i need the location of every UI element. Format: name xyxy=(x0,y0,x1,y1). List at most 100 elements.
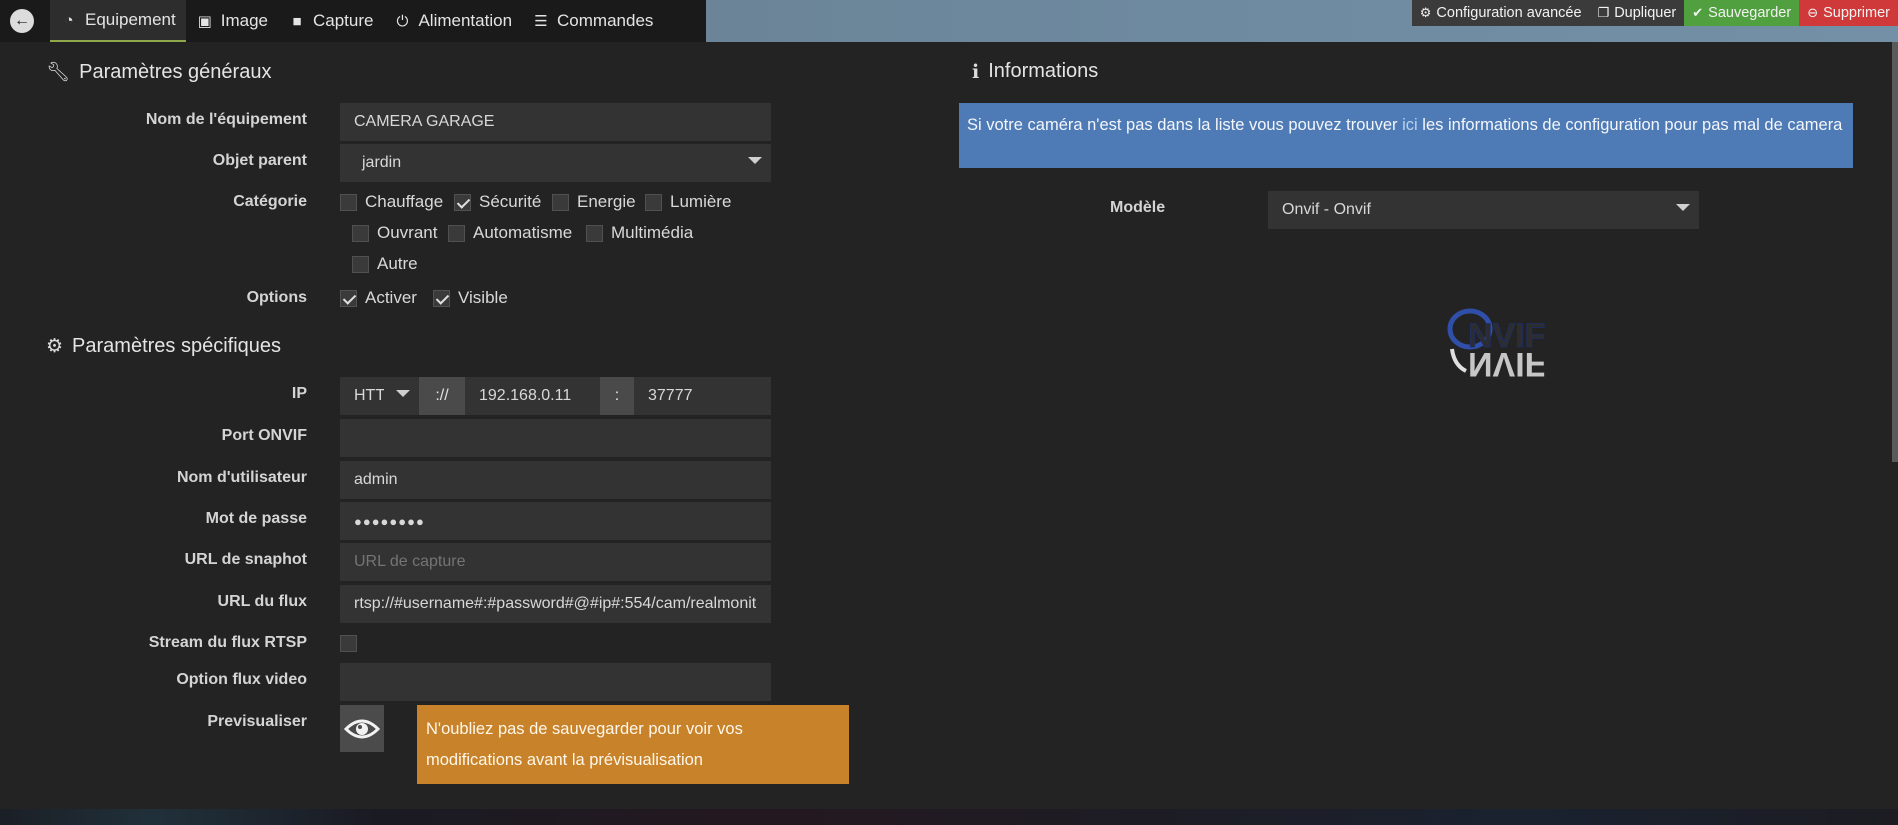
name-label: Nom de l'équipement xyxy=(145,111,307,128)
info-icon: i xyxy=(972,60,980,83)
password-label: Mot de passe xyxy=(205,510,307,527)
checkbox[interactable] xyxy=(552,193,569,211)
tab-capture[interactable]: ■ Capture xyxy=(278,0,383,42)
category-chauffage[interactable]: Chauffage xyxy=(340,192,443,212)
port-separator: : xyxy=(600,377,634,415)
gauge-icon: ◔ xyxy=(64,11,74,29)
svg-text:NVIF: NVIF xyxy=(1468,345,1545,383)
advanced-config-button[interactable]: ⚙ Configuration avancée xyxy=(1411,0,1590,26)
checkbox[interactable] xyxy=(645,193,662,211)
checkbox-label: Lumière xyxy=(670,192,732,211)
checkbox[interactable] xyxy=(352,255,369,273)
category-lumiere[interactable]: Lumière xyxy=(645,192,731,212)
model-select[interactable]: Onvif - Onvif xyxy=(1268,191,1699,229)
category-label: Catégorie xyxy=(233,193,307,210)
eye-icon xyxy=(344,719,380,738)
save-warning: N'oubliez pas de sauvegarder pour voir v… xyxy=(417,705,849,784)
checkbox[interactable] xyxy=(340,635,357,652)
model-label: Modèle xyxy=(1110,199,1166,216)
image-icon: ▣ xyxy=(197,13,212,30)
video-option-label: Option flux video xyxy=(176,671,307,688)
snapshot-url-input[interactable]: URL de capture xyxy=(340,543,771,581)
wrench-icon: 🔧︎ xyxy=(46,62,71,83)
checkbox[interactable] xyxy=(340,193,357,211)
checkbox-label: Activer xyxy=(365,288,417,307)
background-strip xyxy=(0,809,1898,825)
equipment-name-input[interactable]: CAMERA GARAGE xyxy=(340,103,771,141)
checkbox-label: Visible xyxy=(458,288,508,307)
onvif-logo-icon: NVIF NVIF xyxy=(1447,308,1546,383)
tab-list: ◔ Equipement ▣ Image ■ Capture ⏻ Aliment… xyxy=(50,0,663,42)
snapshot-label: URL de snaphot xyxy=(184,551,307,568)
stream-url-value: rtsp://#username#:#password#@#ip#:554/ca… xyxy=(354,595,757,612)
info-section-title: i Informations xyxy=(972,60,1098,83)
tab-label: Alimentation xyxy=(418,11,513,30)
top-bar: ← ◔ Equipement ▣ Image ■ Capture ⏻ Alime… xyxy=(0,0,1898,42)
chevron-down-icon xyxy=(396,390,410,397)
gears-icon: ⚙ xyxy=(1419,5,1432,20)
save-button[interactable]: ✔ Sauvegarder xyxy=(1684,0,1800,26)
preview-button[interactable] xyxy=(340,705,384,752)
gears-icon: ⚙ xyxy=(46,336,64,357)
category-securite[interactable]: Sécurité xyxy=(454,192,541,212)
info-text-before: Si votre caméra n'est pas dans la liste … xyxy=(967,116,1403,134)
tab-label: Capture xyxy=(312,11,374,30)
tab-commandes[interactable]: ☰ Commandes xyxy=(522,0,663,42)
checkbox[interactable] xyxy=(340,289,357,307)
tab-equipement[interactable]: ◔ Equipement xyxy=(50,0,186,42)
tab-alimentation[interactable]: ⏻ Alimentation xyxy=(383,0,522,42)
checkbox[interactable] xyxy=(448,224,465,242)
preview-label: Previsualiser xyxy=(207,713,307,730)
scrollbar[interactable] xyxy=(1892,42,1898,462)
checkbox-label: Multimédia xyxy=(611,223,694,242)
checkbox-label: Automatisme xyxy=(473,223,573,242)
chevron-down-icon xyxy=(1676,204,1690,211)
rtsp-stream-checkbox[interactable] xyxy=(340,635,357,652)
duplicate-label: Dupliquer xyxy=(1614,5,1677,21)
stream-url-input[interactable]: rtsp://#username#:#password#@#ip#:554/ca… xyxy=(340,585,771,623)
checkbox[interactable] xyxy=(352,224,369,242)
ip-input[interactable]: 192.168.0.11 xyxy=(465,377,600,415)
onvif-port-input[interactable] xyxy=(340,419,771,457)
onvif-port-label: Port ONVIF xyxy=(221,427,307,444)
back-arrow-icon[interactable]: ← xyxy=(10,9,34,33)
list-icon: ☰ xyxy=(534,13,548,30)
checkbox[interactable] xyxy=(586,224,603,242)
option-visible[interactable]: Visible xyxy=(433,288,508,308)
chevron-down-icon xyxy=(748,157,762,164)
options-label: Options xyxy=(246,289,307,306)
ip-label: IP xyxy=(291,385,307,402)
video-icon: ■ xyxy=(292,12,302,30)
checkbox-label: Autre xyxy=(377,254,418,273)
checkbox[interactable] xyxy=(454,193,471,211)
category-multimedia[interactable]: Multimédia xyxy=(586,223,693,243)
checkbox[interactable] xyxy=(433,289,450,307)
parent-label: Objet parent xyxy=(212,152,307,169)
info-link[interactable]: ici xyxy=(1402,116,1418,134)
category-autre[interactable]: Autre xyxy=(352,254,418,274)
delete-label: Supprimer xyxy=(1823,5,1890,21)
port-input[interactable]: 37777 xyxy=(634,377,771,415)
check-circle-icon: ✔ xyxy=(1692,5,1704,20)
category-ouvrant[interactable]: Ouvrant xyxy=(352,223,437,243)
action-buttons: ⚙ Configuration avancée ❐ Dupliquer ✔ Sa… xyxy=(1411,0,1898,26)
tab-label: Commandes xyxy=(557,11,654,30)
category-energie[interactable]: Energie xyxy=(552,192,636,212)
duplicate-button[interactable]: ❐ Dupliquer xyxy=(1589,0,1685,26)
option-activer[interactable]: Activer xyxy=(340,288,417,308)
delete-button[interactable]: ⊖ Supprimer xyxy=(1799,0,1898,26)
category-automatisme[interactable]: Automatisme xyxy=(448,223,572,243)
protocol-separator: :// xyxy=(419,377,465,415)
save-label: Sauvegarder xyxy=(1708,5,1792,21)
checkbox-label: Energie xyxy=(577,192,636,211)
password-input[interactable]: ●●●●●●●● xyxy=(340,502,771,540)
stream-url-label: URL du flux xyxy=(217,593,307,610)
video-option-input[interactable] xyxy=(340,663,771,701)
username-input[interactable]: admin xyxy=(340,461,771,499)
checkbox-label: Sécurité xyxy=(479,192,542,211)
rtsp-stream-label: Stream du flux RTSP xyxy=(148,634,307,651)
general-section-title: 🔧︎ Paramètres généraux xyxy=(46,60,271,84)
tab-image[interactable]: ▣ Image xyxy=(186,0,278,42)
parent-object-select[interactable]: jardin xyxy=(340,144,771,182)
advanced-config-label: Configuration avancée xyxy=(1436,5,1582,21)
